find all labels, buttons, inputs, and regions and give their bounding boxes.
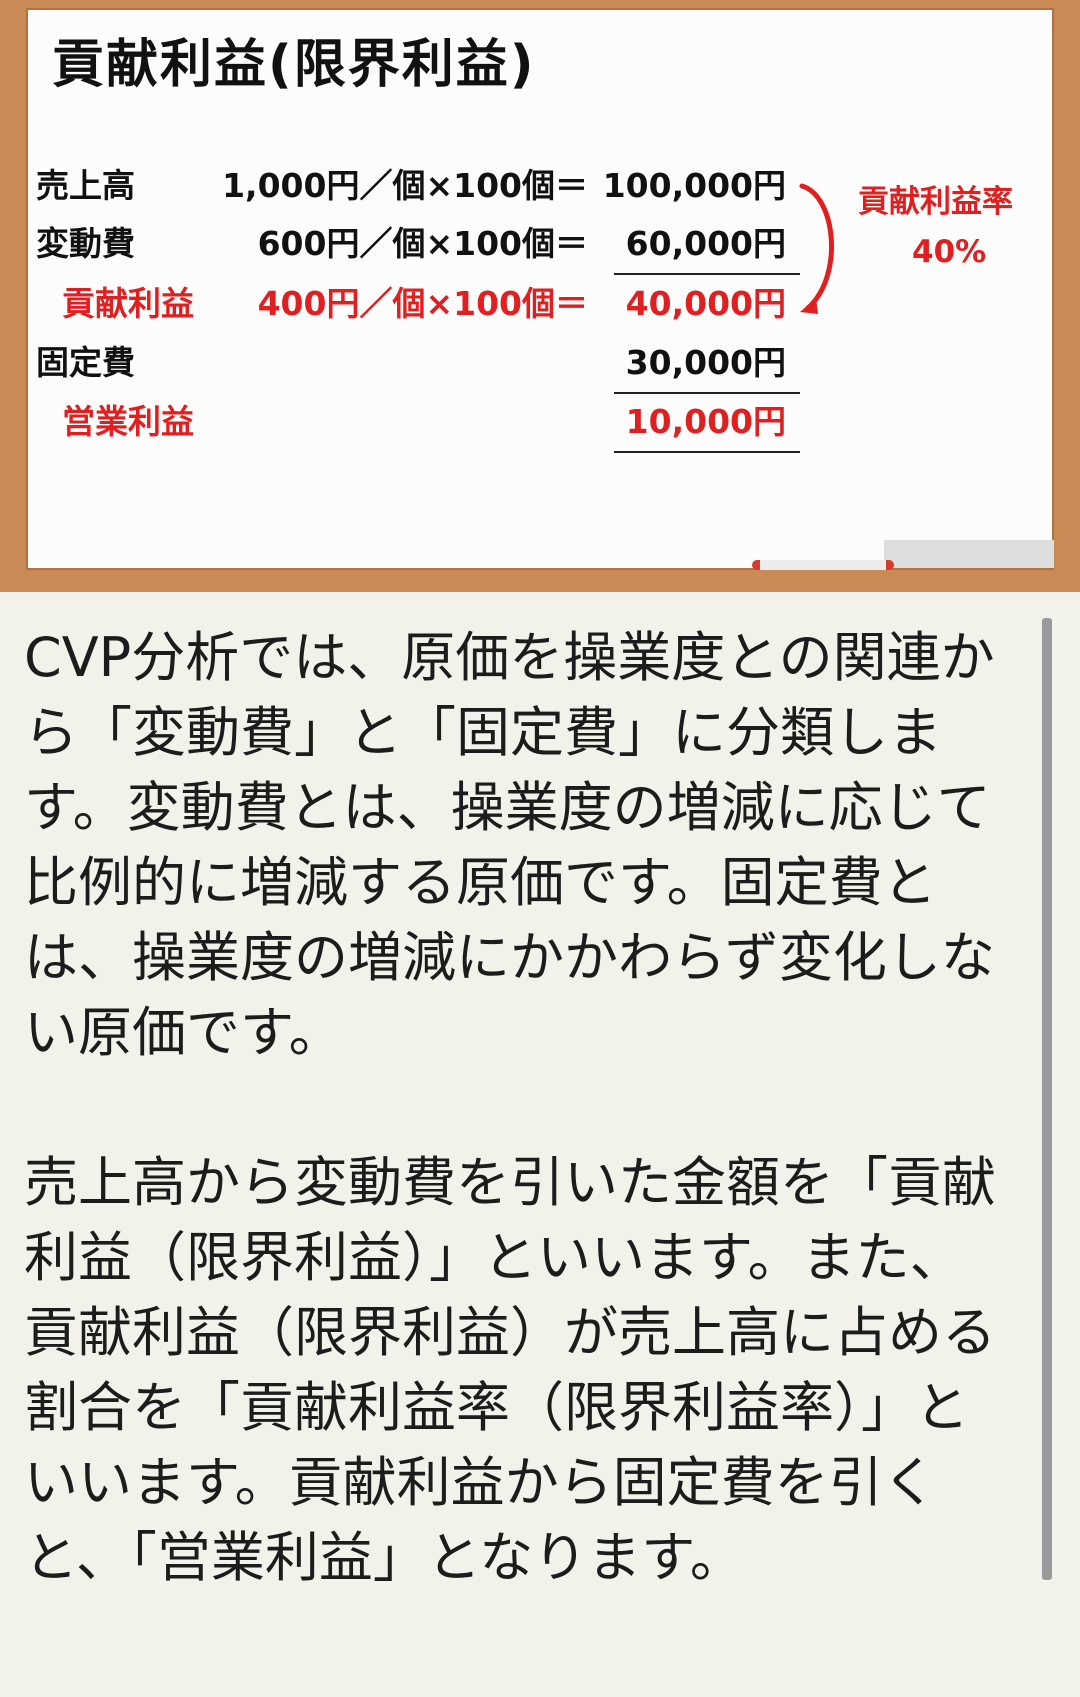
row-label: 営業利益 xyxy=(62,402,194,441)
row-operating-income: 営業利益 10,000円 xyxy=(26,394,1056,450)
explanation-text: CVP分析では、原価を操業度との関連から「変動費」と「固定費」に分類します。変動… xyxy=(24,620,1014,1595)
row-amount: 30,000円 xyxy=(625,343,786,382)
row-calc: 400円／個×100個＝ xyxy=(257,284,588,323)
row-amount: 100,000円 xyxy=(602,166,786,205)
row-label: 売上高 xyxy=(36,166,135,205)
row-contribution-margin: 貢献利益 400円／個×100個＝ 40,000円 xyxy=(26,276,1056,332)
contribution-rate-value: 40% xyxy=(912,234,987,270)
paragraph-cvp: CVP分析では、原価を操業度との関連から「変動費」と「固定費」に分類します。変動… xyxy=(24,626,995,1064)
whiteboard: 貢献利益(限界利益) 売上高 1,000円／個×100個＝ 100,000円 変… xyxy=(0,0,1080,592)
row-fixed-cost: 固定費 30,000円 xyxy=(26,335,1056,391)
row-label: 貢献利益 xyxy=(62,284,194,323)
marker-pen xyxy=(752,560,894,570)
curved-arrow-icon xyxy=(799,183,834,314)
underline xyxy=(614,451,800,453)
row-variable-cost: 変動費 600円／個×100個＝ 60,000円 xyxy=(26,216,1056,272)
row-amount: 10,000円 xyxy=(625,402,786,441)
underline xyxy=(614,273,800,275)
contribution-rate-label: 貢献利益率 xyxy=(858,184,1013,220)
board-title: 貢献利益(限界利益) xyxy=(52,35,536,95)
row-calc: 600円／個×100個＝ xyxy=(257,224,588,263)
row-label: 固定費 xyxy=(36,343,135,382)
paragraph-contribution: 売上高から変動費を引いた金額を「貢献利益（限界利益）」といいます。また、貢献利益… xyxy=(24,1151,996,1589)
row-amount: 40,000円 xyxy=(625,284,786,323)
row-label: 変動費 xyxy=(36,224,135,263)
scrollbar[interactable] xyxy=(1042,618,1052,1580)
row-calc: 1,000円／個×100個＝ xyxy=(222,166,588,205)
row-amount: 60,000円 xyxy=(625,224,786,263)
eraser xyxy=(884,540,1054,568)
